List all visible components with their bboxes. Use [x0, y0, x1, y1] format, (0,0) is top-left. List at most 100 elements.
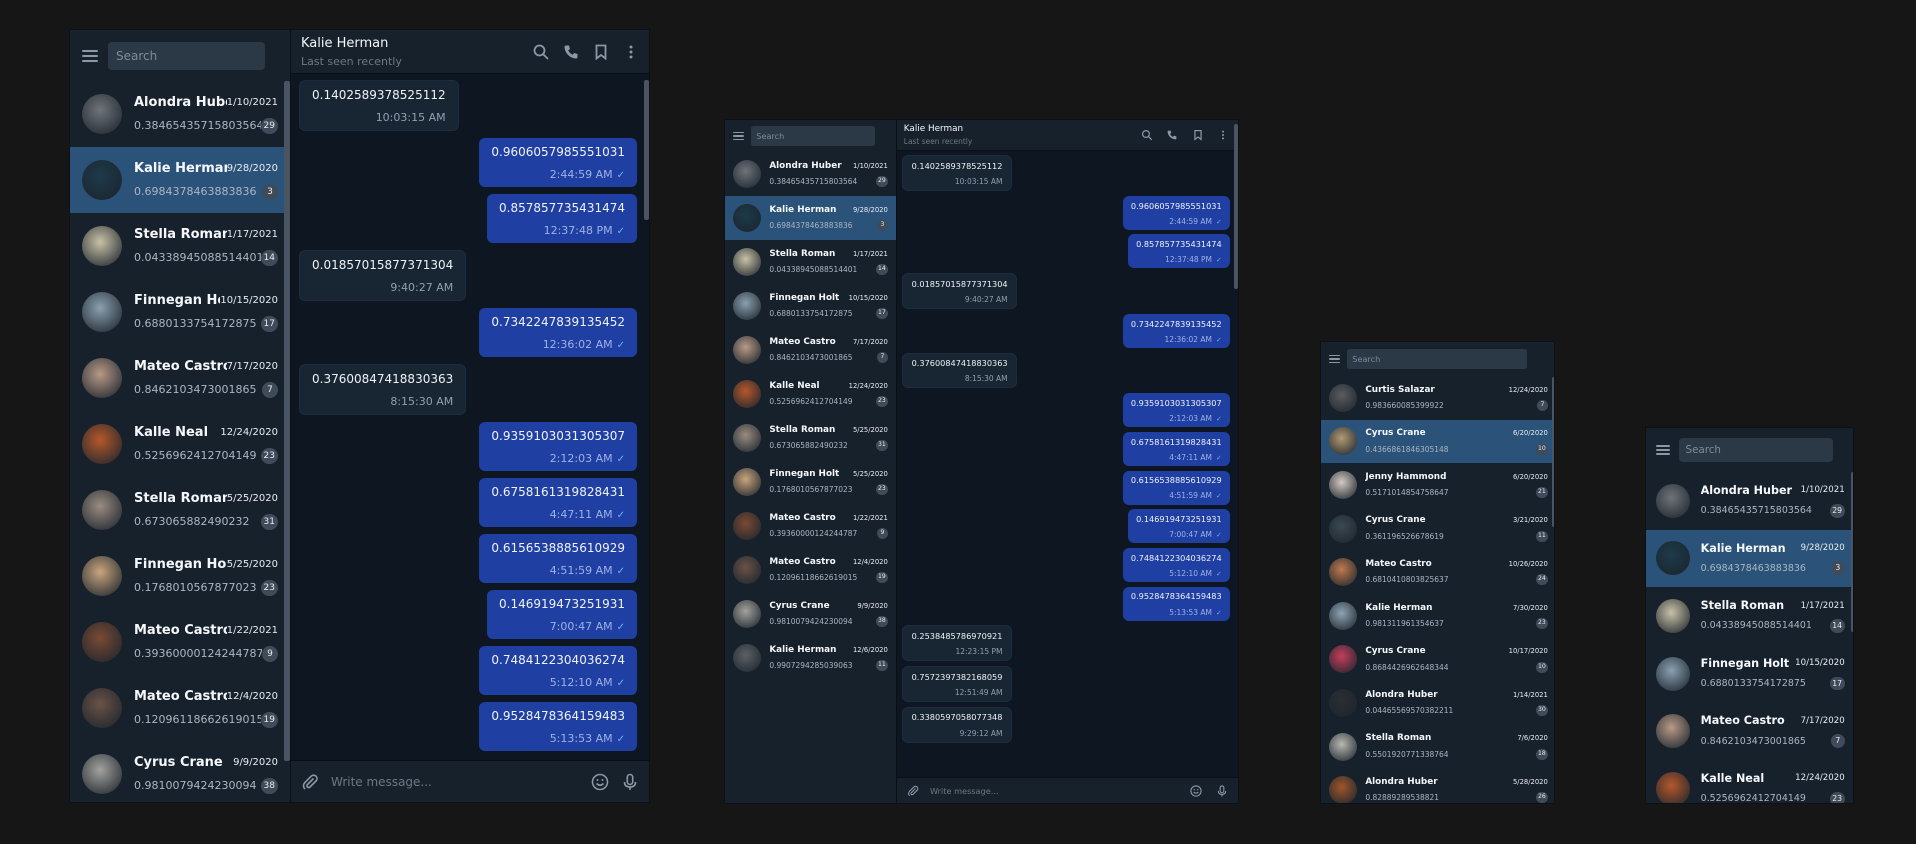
menu-icon[interactable]: [82, 49, 98, 62]
dialog-item[interactable]: Mateo Castro 7/17/2020 0.8462103473001865 7: [725, 328, 896, 372]
search-input[interactable]: Search: [1678, 437, 1833, 463]
dialog-item[interactable]: Mateo Castro 7/17/2020 0.8462103473001865 7: [1646, 702, 1853, 760]
outgoing-message[interactable]: 0.9359103031305307 2:12:03 AM ✓: [479, 422, 637, 471]
dialog-item[interactable]: Stella Roman 1/17/2021 0.04338945088514401…: [70, 213, 290, 279]
bookmark-icon[interactable]: [593, 44, 609, 60]
incoming-message[interactable]: 0.1402589378525112 10:03:15 AM: [902, 155, 1012, 192]
chat-title-block[interactable]: Kalie Herman Last seen recently: [904, 124, 972, 146]
dialog-item[interactable]: Stella Roman 5/25/2020 0.673065882490232 31: [70, 477, 290, 543]
dialog-item[interactable]: Jenny Hammond 6/20/2020 0.5171014854758647…: [1321, 463, 1554, 507]
outgoing-message[interactable]: 0.7484122304036274 5:12:10 AM ✓: [479, 646, 637, 695]
outgoing-message[interactable]: 0.857857735431474 12:37:48 PM ✓: [1127, 234, 1230, 269]
dialog-item[interactable]: Kalie Herman 9/28/2020 0.6984378463883836 3: [1646, 529, 1853, 588]
paperclip-icon[interactable]: [907, 784, 919, 796]
dialog-item[interactable]: Alondra Huber1/10/20210.3846543571580356…: [70, 81, 290, 147]
chat-scrollbar[interactable]: [1234, 124, 1238, 289]
dialog-item[interactable]: Kalie Herman 9/28/2020 0.6984378463883836 3: [725, 196, 896, 240]
incoming-message[interactable]: 0.37600847418830363 8:15:30 AM: [902, 352, 1017, 389]
outgoing-message[interactable]: 0.6156538885610929 4:51:59 AM ✓: [479, 534, 637, 583]
more-vertical-icon[interactable]: [623, 44, 639, 60]
phone-icon[interactable]: [563, 44, 579, 60]
dialog-item[interactable]: Cyrus Crane 6/20/2020 0.4366861846305148 10: [1321, 419, 1554, 464]
dialog-item[interactable]: Stella Roman 5/25/2020 0.673065882490232 31: [725, 416, 896, 460]
dialog-item[interactable]: Stella Roman 7/6/2020 0.5501920771338764 18: [1321, 725, 1554, 769]
message-time-value: 2:12:03 AM: [549, 452, 613, 465]
search-icon[interactable]: [1141, 129, 1152, 141]
message-input[interactable]: Write message...: [930, 786, 1179, 796]
incoming-message[interactable]: 0.1402589378525112 10:03:15 AM: [299, 80, 459, 131]
outgoing-message[interactable]: 0.9606057985551031 2:44:59 AM ✓: [479, 138, 637, 187]
outgoing-message[interactable]: 0.7342247839135452 12:36:02 AM ✓: [479, 308, 637, 357]
outgoing-message[interactable]: 0.9359103031305307 2:12:03 AM ✓: [1122, 393, 1230, 428]
dialog-item[interactable]: Curtis Salazar 12/24/2020 0.98366008539992…: [1321, 376, 1554, 420]
incoming-message[interactable]: 0.01857015877371304 9:40:27 AM: [299, 250, 467, 301]
incoming-message[interactable]: 0.7572397382168059 12:51:49 AM: [902, 666, 1012, 702]
microphone-icon[interactable]: [621, 773, 639, 791]
outgoing-message[interactable]: 0.6758161319828431 4:47:11 AM ✓: [1122, 431, 1230, 466]
outgoing-message[interactable]: 0.7342247839135452 12:36:02 AM ✓: [1122, 313, 1230, 348]
message-input[interactable]: Write message...: [331, 775, 579, 789]
dialog-item[interactable]: Kalle Neal 12/24/2020 0.5256962412704149 23: [725, 372, 896, 416]
chat-title-block[interactable]: Kalie Herman Last seen recently: [301, 36, 402, 68]
emoji-icon[interactable]: [591, 773, 609, 791]
dialog-item[interactable]: Kalie Herman 9/28/2020 0.6984378463883836 3: [70, 147, 290, 213]
outgoing-message[interactable]: 0.9528478364159483 5:13:53 AM ✓: [1122, 586, 1230, 621]
search-input[interactable]: Search: [1346, 349, 1527, 369]
dialog-last-message: 0.04338945088514401: [134, 251, 261, 264]
sidebar-scrollbar[interactable]: [1851, 472, 1853, 632]
dialog-item[interactable]: Mateo Castro 7/17/2020 0.8462103473001865 7: [70, 345, 290, 411]
outgoing-message[interactable]: 0.146919473251931 7:00:47 AM ✓: [487, 590, 637, 639]
dialog-item[interactable]: Stella Roman 1/17/2021 0.04338945088514401…: [1646, 587, 1853, 645]
outgoing-message[interactable]: 0.7484122304036274 5:12:10 AM ✓: [1122, 547, 1230, 582]
phone-icon[interactable]: [1167, 130, 1178, 141]
dialog-item[interactable]: Finnegan Holt10/15/20200.688013375417287…: [70, 279, 290, 345]
outgoing-message[interactable]: 0.9528478364159483 5:13:53 AM ✓: [479, 702, 637, 751]
microphone-icon[interactable]: [1216, 784, 1228, 796]
dialog-item[interactable]: Kalie Herman 7/30/2020 0.981311961354637 23: [1321, 594, 1554, 638]
paperclip-icon[interactable]: [301, 773, 319, 791]
incoming-message[interactable]: 0.37600847418830363 8:15:30 AM: [299, 364, 467, 415]
dialog-item[interactable]: Mateo Castro 1/22/2021 0.39360000124244787…: [70, 609, 290, 675]
menu-icon[interactable]: [1656, 444, 1671, 456]
sidebar-scrollbar[interactable]: [1552, 377, 1554, 527]
dialog-bottom-row: 0.9907294285039063 11: [769, 660, 888, 672]
chat-scrollbar[interactable]: [644, 80, 649, 220]
emoji-icon[interactable]: [1190, 784, 1202, 797]
dialog-item[interactable]: Stella Roman 1/17/2021 0.04338945088514401…: [725, 240, 896, 284]
dialog-item[interactable]: Cyrus Crane 3/21/2020 0.361196526678619 11: [1321, 507, 1554, 551]
incoming-message[interactable]: 0.2538485786970921 12:23:15 PM: [902, 625, 1012, 662]
menu-icon[interactable]: [733, 131, 745, 141]
dialog-item[interactable]: Kalie Herman 12/6/2020 0.9907294285039063 1…: [725, 636, 896, 680]
outgoing-message[interactable]: 0.146919473251931 7:00:47 AM ✓: [1127, 509, 1230, 544]
dialog-item[interactable]: Alondra Huber 5/28/2020 0.82889289538821 26: [1321, 768, 1554, 803]
incoming-message[interactable]: 0.01857015877371304 9:40:27 AM: [902, 273, 1017, 310]
dialog-item[interactable]: Finnegan Holt 5/25/2020 0.1768010567877023…: [70, 543, 290, 609]
bookmark-icon[interactable]: [1192, 129, 1203, 141]
more-vertical-icon[interactable]: [1218, 130, 1229, 141]
dialog-item[interactable]: Alondra Huber 1/14/2021 0.0446556957038221…: [1321, 681, 1554, 725]
search-input[interactable]: Search: [750, 126, 875, 146]
search-input[interactable]: Search: [108, 41, 265, 70]
outgoing-message[interactable]: 0.6156538885610929 4:51:59 AM ✓: [1122, 470, 1230, 505]
outgoing-message[interactable]: 0.857857735431474 12:37:48 PM ✓: [487, 194, 637, 243]
dialog-last-message: 0.38465435715803564: [769, 177, 858, 187]
dialog-item[interactable]: Mateo Castro 12/4/2020 0.12096118662619015…: [725, 548, 896, 592]
dialog-item[interactable]: Mateo Castro 1/22/2021 0.39360000124244787…: [725, 504, 896, 548]
outgoing-message[interactable]: 0.9606057985551031 2:44:59 AM ✓: [1122, 195, 1230, 230]
dialog-item[interactable]: Kalle Neal 12/24/2020 0.5256962412704149 23: [1646, 760, 1853, 803]
incoming-message[interactable]: 0.3380597058077348 9:29:12 AM: [902, 706, 1012, 743]
dialog-item[interactable]: Cyrus Crane 10/17/2020 0.8684426962648344 1…: [1321, 638, 1554, 682]
outgoing-message[interactable]: 0.6758161319828431 4:47:11 AM ✓: [479, 478, 637, 527]
dialog-item[interactable]: Mateo Castro 12/4/2020 0.12096118662619015…: [70, 675, 290, 741]
dialog-item[interactable]: Cyrus Crane 9/9/2020 0.9810079424230094 38: [70, 741, 290, 802]
menu-icon[interactable]: [1329, 354, 1341, 364]
search-icon[interactable]: [533, 44, 549, 60]
dialog-item[interactable]: Mateo Castro 10/26/2020 0.6810410803825637…: [1321, 550, 1554, 594]
dialog-item[interactable]: Cyrus Crane 9/9/2020 0.9810079424230094 38: [725, 592, 896, 636]
dialog-item[interactable]: Finnegan Holt10/15/20200.688013375417287…: [1646, 645, 1853, 703]
dialog-item[interactable]: Finnegan Holt10/15/20200.688013375417287…: [725, 284, 896, 328]
dialog-item[interactable]: Finnegan Holt 5/25/2020 0.1768010567877023…: [725, 460, 896, 504]
dialog-item[interactable]: Alondra Huber1/10/20210.3846543571580356…: [1646, 472, 1853, 530]
dialog-item[interactable]: Alondra Huber1/10/20210.3846543571580356…: [725, 152, 896, 196]
dialog-item[interactable]: Kalle Neal 12/24/2020 0.5256962412704149 23: [70, 411, 290, 477]
